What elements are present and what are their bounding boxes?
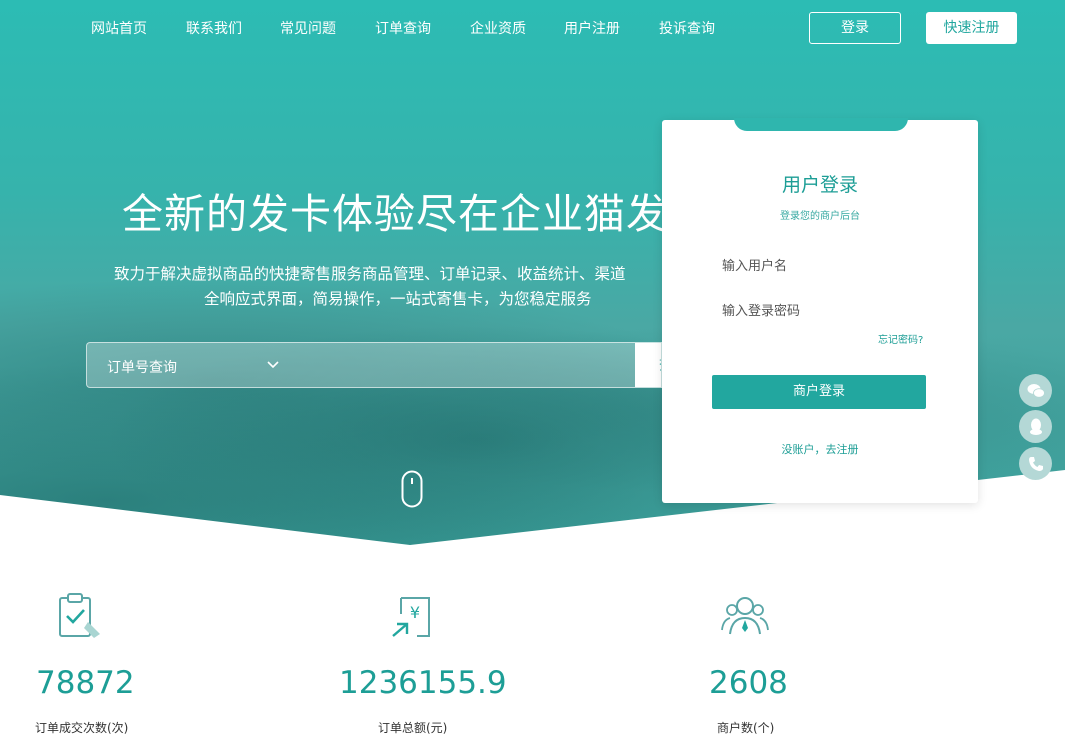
phone-icon [1028, 456, 1043, 471]
login-title: 用户登录 [781, 174, 858, 196]
search-type-select[interactable]: 订单号查询 [107, 357, 177, 377]
qq-button[interactable] [1019, 410, 1052, 443]
nav-contact[interactable]: 联系我们 [186, 18, 242, 38]
stat-orders-value: 78872 [36, 665, 135, 701]
stat-orders-label: 订单成交次数(次) [35, 721, 129, 735]
svg-text:¥: ¥ [410, 603, 420, 622]
hero-headline: 全新的发卡体验尽在企业猫发 [122, 190, 662, 238]
hero-subline-1: 致力于解决虚拟商品的快捷寄售服务商品管理、订单记录、收益统计、渠道 [114, 265, 626, 283]
nav-register[interactable]: 用户注册 [564, 18, 620, 38]
yuan-card-icon: ¥ [392, 597, 430, 637]
stat-amount-label: 订单总额(元) [378, 721, 448, 735]
wechat-button[interactable] [1019, 374, 1052, 407]
login-button[interactable]: 登录 [809, 12, 901, 44]
nav-faq[interactable]: 常见问题 [280, 18, 336, 38]
chevron-down-icon[interactable] [265, 357, 281, 373]
nav-complaint[interactable]: 投诉查询 [659, 18, 715, 38]
merchant-login-button[interactable]: 商户登录 [712, 375, 926, 409]
forgot-password-link[interactable]: 忘记密码? [878, 331, 923, 346]
nav-home[interactable]: 网站首页 [91, 18, 147, 38]
login-panel-notch [734, 118, 908, 131]
search-button[interactable]: 查 [635, 343, 661, 387]
phone-button[interactable] [1019, 447, 1052, 480]
order-search-input[interactable] [297, 343, 637, 387]
nav-qualification[interactable]: 企业资质 [470, 18, 526, 38]
wechat-icon [1027, 383, 1045, 398]
stat-amount-value: 1236155.9 [339, 665, 507, 701]
scroll-mouse-icon[interactable] [401, 470, 423, 508]
password-field[interactable] [722, 296, 922, 326]
qq-icon [1029, 418, 1042, 435]
clipboard-check-icon [59, 593, 100, 638]
users-icon [721, 597, 769, 635]
stat-merchants-value: 2608 [709, 665, 788, 701]
nav-order-query[interactable]: 订单查询 [375, 18, 431, 38]
hero-subline-2: 全响应式界面，简易操作，一站式寄售卡，为您稳定服务 [204, 290, 592, 308]
quick-register-button[interactable]: 快速注册 [926, 12, 1017, 44]
register-link[interactable]: 没账户，去注册 [662, 441, 978, 457]
login-panel: 用户登录 登录您的商户后台 忘记密码? 商户登录 没账户，去注册 [662, 118, 978, 503]
stat-merchants-label: 商户数(个) [717, 721, 775, 735]
username-field[interactable] [722, 251, 922, 281]
top-nav: 网站首页 联系我们 常见问题 订单查询 企业资质 用户注册 投诉查询 登录 快速… [0, 0, 1065, 56]
order-search-bar: 订单号查询 查 [86, 342, 662, 388]
login-subtitle: 登录您的商户后台 [780, 211, 860, 222]
